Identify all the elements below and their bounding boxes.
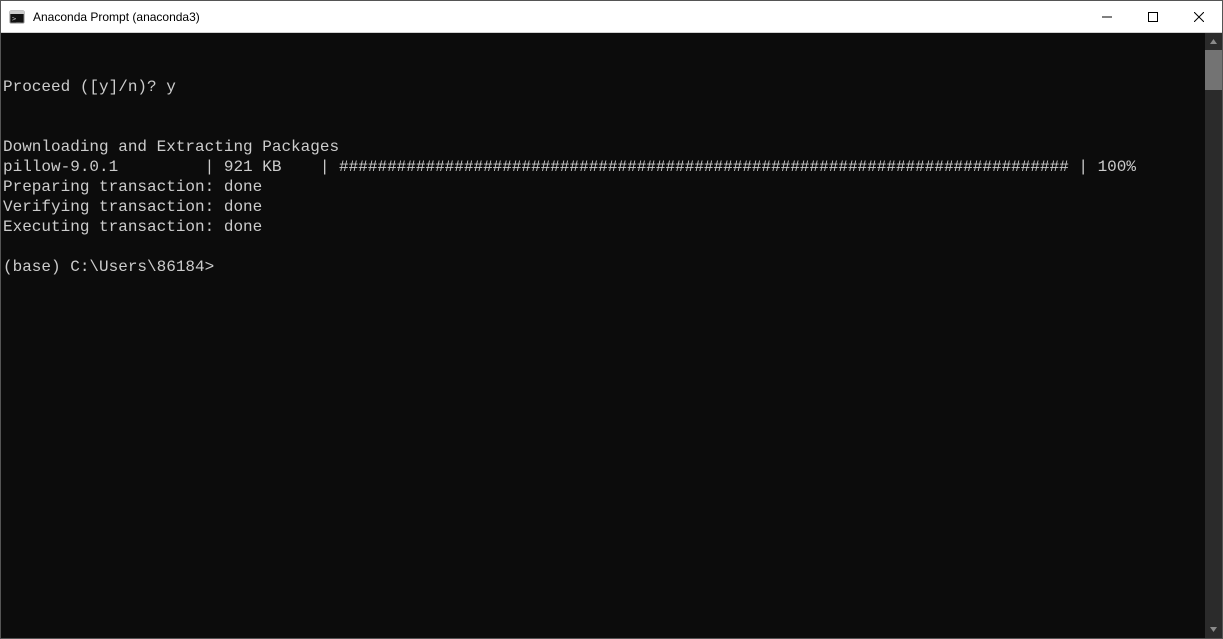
terminal-output[interactable]: Proceed ([y]/n)? y Downloading and Extra…: [1, 33, 1205, 638]
scroll-track[interactable]: [1205, 50, 1222, 621]
window-frame: >_ Anaconda Prompt (anaconda3) Proceed (…: [0, 0, 1223, 639]
window-controls: [1084, 1, 1222, 32]
vertical-scrollbar[interactable]: [1205, 33, 1222, 638]
scroll-up-button[interactable]: [1205, 33, 1222, 50]
titlebar[interactable]: >_ Anaconda Prompt (anaconda3): [1, 1, 1222, 33]
scroll-down-button[interactable]: [1205, 621, 1222, 638]
client-area: Proceed ([y]/n)? y Downloading and Extra…: [1, 33, 1222, 638]
maximize-button[interactable]: [1130, 1, 1176, 32]
svg-text:>_: >_: [12, 15, 21, 23]
app-icon: >_: [9, 9, 25, 25]
close-button[interactable]: [1176, 1, 1222, 32]
scroll-thumb[interactable]: [1205, 50, 1222, 90]
titlebar-left: >_ Anaconda Prompt (anaconda3): [1, 1, 200, 32]
minimize-button[interactable]: [1084, 1, 1130, 32]
window-title: Anaconda Prompt (anaconda3): [33, 1, 200, 33]
